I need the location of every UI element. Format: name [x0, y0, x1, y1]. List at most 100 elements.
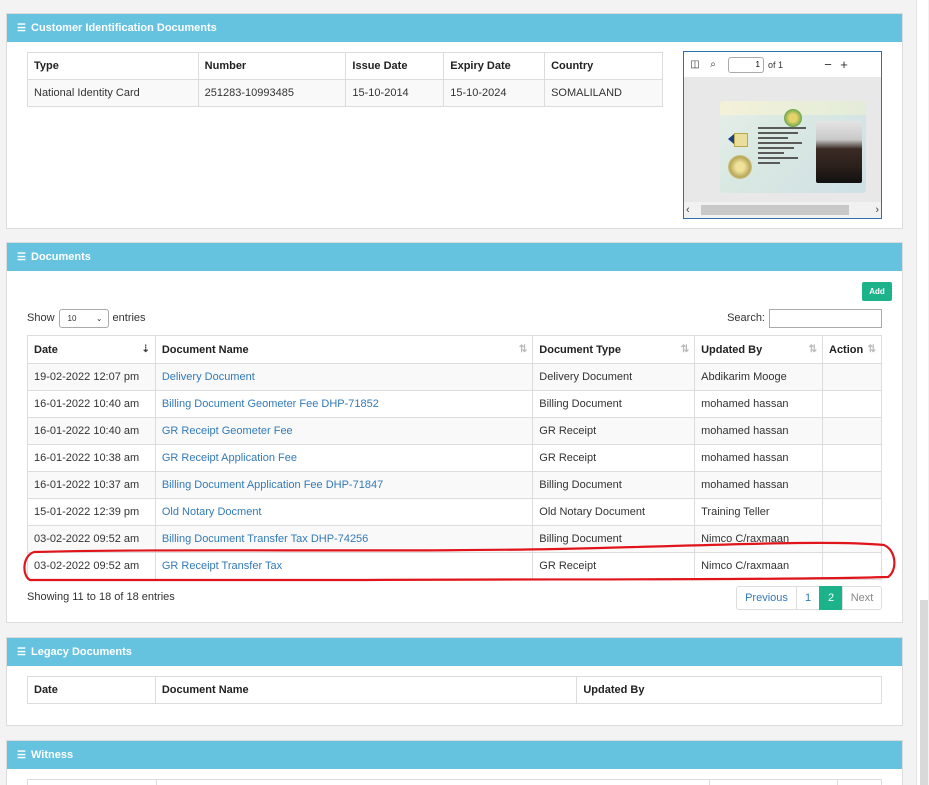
col-action-label: Action — [829, 343, 864, 356]
document-link[interactable]: Billing Document Application Fee DHP-718… — [162, 479, 383, 491]
cell-date: 16-01-2022 10:38 am — [27, 444, 156, 472]
search-icon[interactable]: ⌕ — [706, 59, 720, 70]
cell-action — [822, 363, 882, 391]
viewer-canvas — [684, 77, 881, 202]
panel-title: Legacy Documents — [31, 646, 132, 658]
id-card-image — [720, 101, 866, 193]
cell-document-name: GR Receipt Transfer Tax — [154, 552, 534, 580]
chevron-down-icon: ⌄ — [95, 313, 103, 323]
sort-icon: ⇅ — [867, 344, 876, 355]
cell-date: 16-01-2022 10:40 am — [27, 390, 156, 418]
cell-document-name: Old Notary Docment — [154, 498, 534, 526]
card-portrait — [816, 121, 862, 183]
panel-title: Customer Identification Documents — [31, 22, 217, 34]
scrollbar-thumb[interactable] — [701, 205, 849, 215]
table-row: 03-02-2022 09:52 am GR Receipt Transfer … — [27, 552, 882, 580]
cell-updated-by: mohamed hassan — [694, 417, 823, 445]
panel-header: Witness — [7, 741, 902, 769]
cell-number: 251283-10993485 — [197, 79, 347, 107]
col-action[interactable]: Action ⇅ — [822, 335, 882, 364]
panel-title: Documents — [31, 251, 91, 263]
cell-document-type: Old Notary Document — [532, 498, 696, 526]
col-document-name[interactable]: Document Name ⇅ — [154, 335, 534, 364]
cell-document-type: GR Receipt — [532, 417, 696, 445]
col-date[interactable]: Date ⇣ — [27, 335, 156, 364]
page-length-control: Show 10 ⌄ entries — [27, 308, 146, 328]
hologram-icon — [728, 155, 752, 179]
table-row: 16-01-2022 10:38 am GR Receipt Applicati… — [27, 444, 882, 472]
table-row: 16-01-2022 10:40 am GR Receipt Geometer … — [27, 417, 882, 445]
list-icon — [17, 23, 26, 34]
previous-page-button[interactable]: Previous — [736, 586, 797, 610]
cell-document-name: GR Receipt Application Fee — [154, 444, 534, 472]
sort-icon: ⇅ — [680, 344, 690, 355]
cell-updated-by: Training Teller — [694, 498, 823, 526]
cell-action — [822, 525, 882, 553]
table-row: 03-02-2022 09:52 am Billing Document Tra… — [27, 525, 882, 553]
cell-document-name: Billing Document Geometer Fee DHP-71852 — [154, 390, 534, 418]
documents-panel: Documents Add Show 10 ⌄ entries Search: … — [6, 242, 903, 623]
document-link[interactable]: GR Receipt Geometer Fee — [162, 425, 293, 437]
col-updated-by[interactable]: Updated By ⇅ — [694, 335, 823, 364]
witness-panel: Witness — [6, 740, 903, 785]
zoom-out-icon[interactable]: − — [821, 57, 835, 72]
page-1-button[interactable]: 1 — [796, 586, 820, 610]
customer-id-documents-panel: Customer Identification Documents Type N… — [6, 13, 903, 229]
seal-icon — [784, 109, 802, 127]
table-row: 16-01-2022 10:37 am Billing Document App… — [27, 471, 882, 499]
page-scrollbar[interactable] — [913, 0, 929, 785]
next-page-button[interactable]: Next — [842, 586, 882, 610]
entries-label: entries — [112, 312, 146, 324]
legacy-documents-table: Date Document Name Updated By — [27, 676, 882, 704]
cell-date: 19-02-2022 12:07 pm — [27, 363, 156, 391]
list-icon — [17, 750, 26, 761]
panel-header: Documents — [7, 243, 902, 271]
chevron-right-icon[interactable]: › — [875, 204, 879, 216]
page-length-value: 10 — [67, 313, 77, 323]
sidebar-toggle-icon[interactable]: ◫ — [688, 59, 702, 70]
cell-issue-date: 15-10-2014 — [345, 79, 445, 107]
search-control: Search: — [727, 308, 882, 328]
list-icon — [17, 252, 26, 263]
document-link[interactable]: GR Receipt Transfer Tax — [162, 560, 282, 572]
col-document-type-label: Document Type — [539, 343, 621, 356]
sort-icon: ⇅ — [518, 344, 528, 355]
legacy-documents-panel: Legacy Documents Date Document Name Upda… — [6, 637, 903, 726]
page-2-button[interactable]: 2 — [819, 586, 843, 610]
page-length-select[interactable]: 10 ⌄ — [58, 308, 109, 328]
cell-updated-by: mohamed hassan — [694, 471, 823, 499]
document-link[interactable]: Old Notary Docment — [162, 506, 262, 518]
zoom-in-icon[interactable]: + — [837, 57, 851, 72]
cell-action — [822, 444, 882, 472]
sort-icon: ⇅ — [808, 344, 817, 355]
cell-document-type: Billing Document — [532, 525, 696, 553]
cell-action — [822, 498, 882, 526]
col-document-type[interactable]: Document Type ⇅ — [532, 335, 696, 364]
chevron-left-icon[interactable]: ‹ — [686, 204, 690, 216]
table-info: Showing 11 to 18 of 18 entries — [27, 591, 175, 603]
document-link[interactable]: GR Receipt Application Fee — [162, 452, 297, 464]
cell-document-type: Billing Document — [532, 390, 696, 418]
search-input[interactable] — [769, 308, 882, 328]
pagination: Previous 1 2 Next — [736, 586, 882, 610]
cell-date: 15-01-2022 12:39 pm — [27, 498, 156, 526]
viewer-toolbar: ◫ ⌕ of 1 − + — [684, 52, 881, 77]
col-document-name: Document Name — [154, 676, 578, 704]
col-document-name-label: Document Name — [161, 343, 249, 356]
viewer-horizontal-scrollbar[interactable]: ‹ › — [684, 202, 881, 218]
cell-date: 16-01-2022 10:37 am — [27, 471, 156, 499]
document-link[interactable]: Delivery Document — [162, 371, 255, 383]
page-count: of 1 — [768, 59, 784, 70]
document-link[interactable]: Billing Document Transfer Tax DHP-74256 — [162, 533, 368, 545]
col-expiry-date: Expiry Date — [443, 52, 546, 80]
show-label: Show — [27, 312, 55, 324]
add-document-button[interactable]: Add — [862, 282, 892, 301]
page-number-input[interactable] — [728, 56, 764, 73]
cell-expiry-date: 15-10-2024 — [443, 79, 546, 107]
sort-desc-icon: ⇣ — [141, 344, 150, 355]
cell-updated-by: mohamed hassan — [694, 444, 823, 472]
cell-action — [822, 417, 882, 445]
scrollbar-thumb[interactable] — [920, 600, 928, 785]
document-link[interactable]: Billing Document Geometer Fee DHP-71852 — [162, 398, 379, 410]
document-viewer[interactable]: ◫ ⌕ of 1 − + ‹ › — [683, 51, 882, 219]
